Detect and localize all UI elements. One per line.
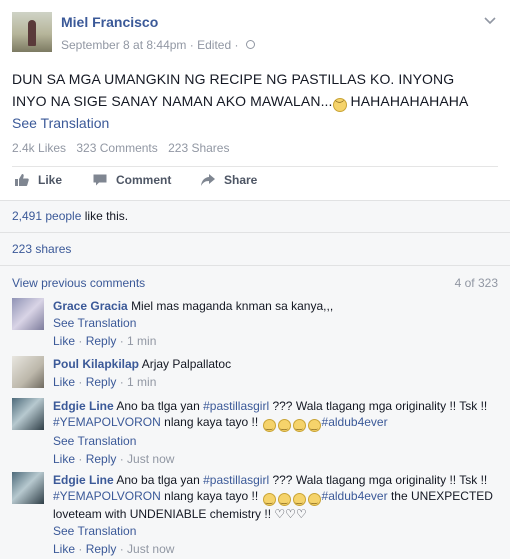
- like-link[interactable]: Like: [53, 334, 75, 348]
- author-name[interactable]: Miel Francisco: [61, 14, 158, 30]
- divider: [0, 232, 510, 233]
- comment-time[interactable]: 1 min: [127, 334, 156, 348]
- likes-summary: 2,491 people like this.: [12, 209, 129, 223]
- comment-actions: Like · Reply · Just now: [53, 452, 175, 466]
- like-link[interactable]: Like: [53, 375, 75, 389]
- view-previous-row: View previous comments: [12, 276, 145, 290]
- shares-summary: 223 shares: [12, 242, 71, 256]
- smiley-emoji-icon: ‿: [262, 493, 276, 506]
- hashtag-link[interactable]: #YEMAPOLVORON: [53, 415, 161, 429]
- comment-count: 4 of 323: [454, 276, 498, 290]
- comment-text: Arjay Palpallatoc: [141, 357, 232, 371]
- comment-text: Ano ba tlga yan #pastillasgirl ??? Wala …: [53, 473, 493, 521]
- avatar[interactable]: [12, 398, 44, 430]
- see-translation-link[interactable]: See Translation: [53, 433, 503, 449]
- shares-link[interactable]: 223 shares: [12, 242, 71, 256]
- reply-link[interactable]: Reply: [86, 452, 117, 466]
- avatar[interactable]: [12, 298, 44, 330]
- smiley-emoji-icon: ‿: [292, 419, 306, 432]
- likes-people-link[interactable]: 2,491 people: [12, 209, 81, 223]
- post-card: Miel Francisco September 8 at 8:44pm · E…: [0, 0, 510, 200]
- comment-actions: Like · Reply · Just now: [53, 542, 175, 556]
- post-stats: 2.4k Likes 323 Comments 223 Shares: [12, 141, 236, 155]
- comment-button[interactable]: Comment: [92, 173, 171, 187]
- smiley-emoji-icon: ‿: [307, 419, 321, 432]
- see-translation-link[interactable]: See Translation: [53, 315, 503, 331]
- like-link[interactable]: Like: [53, 542, 75, 556]
- reply-link[interactable]: Reply: [86, 375, 117, 389]
- comment-time[interactable]: Just now: [127, 452, 174, 466]
- comment-time[interactable]: Just now: [127, 542, 174, 556]
- hashtag-link[interactable]: #YEMAPOLVORON: [53, 489, 161, 503]
- hashtag-link[interactable]: #pastillasgirl: [203, 399, 269, 413]
- comment-actions: Like · Reply · 1 min: [53, 375, 157, 389]
- share-button[interactable]: Share: [200, 173, 257, 187]
- see-translation-link[interactable]: See Translation: [12, 115, 109, 131]
- post-timestamp[interactable]: September 8 at 8:44pm: [61, 38, 186, 52]
- smiley-emoji-icon: ‿: [277, 419, 291, 432]
- likes-count[interactable]: 2.4k Likes: [12, 141, 66, 155]
- comment-time[interactable]: 1 min: [127, 375, 156, 389]
- post-meta: September 8 at 8:44pm · Edited ·: [61, 37, 255, 52]
- comments-count[interactable]: 323 Comments: [76, 141, 157, 155]
- hashtag-link[interactable]: #pastillasgirl: [203, 473, 269, 487]
- commenter-name[interactable]: Poul Kilapkilap: [53, 357, 139, 371]
- smiley-emoji-icon: ‿: [277, 493, 291, 506]
- like-link[interactable]: Like: [53, 452, 75, 466]
- reply-link[interactable]: Reply: [86, 334, 117, 348]
- commenter-name[interactable]: Edgie Line: [53, 399, 114, 413]
- hashtag-link[interactable]: #aldub4ever: [322, 489, 388, 503]
- smiley-emoji-icon: ‿: [262, 419, 276, 432]
- edited-label[interactable]: Edited: [197, 38, 231, 52]
- avatar[interactable]: [12, 472, 44, 504]
- author-avatar[interactable]: [12, 12, 52, 52]
- comment-bubble-icon: [92, 173, 108, 187]
- reply-link[interactable]: Reply: [86, 542, 117, 556]
- commenter-name[interactable]: Edgie Line: [53, 473, 114, 487]
- comments-section: 2,491 people like this. 223 shares View …: [0, 200, 510, 559]
- like-button[interactable]: Like: [14, 173, 62, 187]
- smiley-emoji-icon: ‿: [292, 493, 306, 506]
- view-previous-comments-link[interactable]: View previous comments: [12, 276, 145, 290]
- chevron-down-icon[interactable]: [484, 14, 496, 28]
- shares-count[interactable]: 223 Shares: [168, 141, 229, 155]
- divider: [0, 265, 510, 266]
- comment-actions: Like · Reply · 1 min: [53, 334, 157, 348]
- globe-icon[interactable]: [245, 40, 255, 50]
- hashtag-link[interactable]: #aldub4ever: [322, 415, 388, 429]
- sad-face-emoji-icon: ︶: [332, 98, 347, 112]
- comment-text: Ano ba tlga yan #pastillasgirl ??? Wala …: [53, 399, 488, 432]
- smiley-emoji-icon: ‿: [307, 493, 321, 506]
- commenter-name[interactable]: Grace Gracia: [53, 299, 128, 313]
- see-translation-link[interactable]: See Translation: [53, 523, 503, 539]
- comment-text: Miel mas maganda knman sa kanya,,,: [131, 299, 334, 313]
- thumbs-up-icon: [14, 173, 30, 187]
- post-text: DUN SA MGA UMANGKIN NG RECIPE NG PASTILL…: [12, 71, 469, 112]
- avatar[interactable]: [12, 356, 44, 388]
- share-arrow-icon: [200, 173, 216, 187]
- post-actions: Like Comment Share: [12, 166, 498, 196]
